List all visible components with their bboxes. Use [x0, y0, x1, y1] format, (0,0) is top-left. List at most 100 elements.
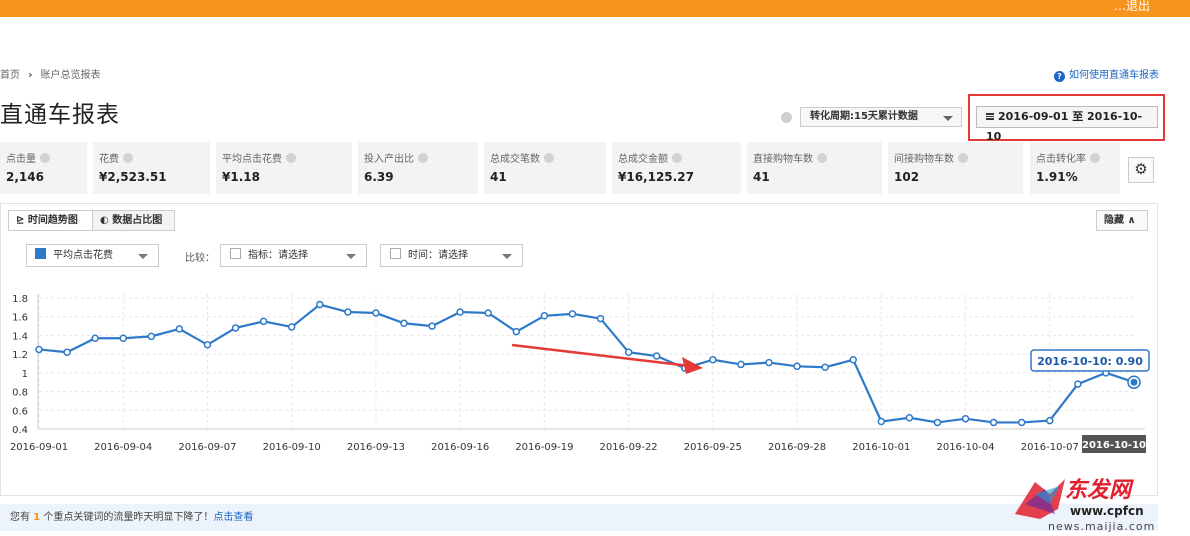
- data-point: [91, 334, 99, 342]
- metric-select-label: 平均点击花费: [53, 250, 113, 261]
- data-point: [568, 310, 577, 318]
- info-icon[interactable]: [418, 153, 428, 163]
- data-point: [175, 325, 184, 333]
- metric-gmv[interactable]: 总成交金额 ¥16,125.27: [612, 142, 741, 194]
- x-tick-label: 2016-09-22: [600, 442, 658, 453]
- data-point: [652, 352, 661, 360]
- user-info[interactable]: …退出: [1114, 0, 1150, 17]
- x-tick-label: 2016-09-16: [431, 442, 489, 453]
- checkbox[interactable]: [390, 248, 401, 259]
- metric-value: 41: [753, 170, 770, 184]
- data-point: [456, 308, 464, 316]
- x-tick-label: 2016-09-28: [768, 442, 826, 453]
- info-icon[interactable]: [672, 153, 682, 163]
- metric-value: 102: [894, 170, 920, 184]
- data-point: [372, 309, 380, 317]
- metric-direct-cart[interactable]: 直接购物车数 41: [747, 142, 882, 194]
- indicator-select[interactable]: 指标：请选择: [220, 244, 367, 267]
- info-icon[interactable]: [40, 153, 50, 163]
- x-tick-label: 2016-09-19: [515, 442, 573, 453]
- help-link-label[interactable]: 如何使用直通车报表: [1069, 70, 1159, 81]
- breadcrumb-home[interactable]: 首页: [0, 70, 20, 81]
- calendar-icon: [986, 113, 994, 120]
- data-point: [961, 414, 970, 423]
- data-point: [765, 358, 773, 367]
- data-point: [63, 348, 71, 357]
- data-point: [737, 360, 745, 369]
- notice-link[interactable]: 点击查看: [213, 512, 253, 523]
- metric-cost[interactable]: 花费 ¥2,523.51: [93, 142, 210, 194]
- y-tick-label: 1.8: [12, 294, 28, 305]
- series-line: [38, 303, 1135, 424]
- y-tick-label: 1.2: [12, 350, 28, 361]
- chevron-right-icon: ›: [28, 68, 33, 81]
- help-link[interactable]: ? 如何使用直通车报表: [1054, 66, 1159, 82]
- y-tick-label: 1.6: [12, 313, 28, 324]
- crosshair-label: 2016-10-10: [1082, 440, 1146, 451]
- y-tick-label: 1: [22, 369, 28, 380]
- info-icon[interactable]: [1090, 153, 1100, 163]
- metric-select[interactable]: 平均点击花费: [26, 244, 159, 267]
- metric-label: 点击量: [6, 154, 36, 165]
- x-tick-label: 2016-09-04: [94, 442, 152, 453]
- watermark-cn: 东发网: [1065, 478, 1132, 503]
- data-point: [624, 348, 633, 357]
- data-point: [35, 345, 43, 354]
- gear-icon[interactable]: ⚙: [1128, 157, 1154, 183]
- time-select-label: 时间：请选择: [408, 250, 468, 261]
- y-tick-label: 1.4: [12, 331, 28, 342]
- info-icon[interactable]: [286, 153, 296, 163]
- info-icon[interactable]: [544, 153, 554, 163]
- tab-share-label: 数据占比图: [112, 215, 163, 226]
- metric-clicks[interactable]: 点击量 2,146: [0, 142, 87, 194]
- breadcrumb: 首页 › 账户总览报表: [0, 66, 101, 81]
- metric-orders[interactable]: 总成交笔数 41: [484, 142, 606, 194]
- hide-button[interactable]: 隐藏 ∧: [1096, 210, 1148, 231]
- y-tick-label: 0.6: [12, 406, 28, 417]
- data-point: [316, 300, 324, 309]
- metric-value: 41: [490, 170, 507, 184]
- data-point: [344, 308, 352, 316]
- metric-label: 点击转化率: [1036, 154, 1086, 165]
- metric-label: 总成交金额: [618, 154, 668, 165]
- metric-label: 花费: [99, 154, 119, 165]
- metric-roi[interactable]: 投入产出比 6.39: [358, 142, 478, 194]
- data-point: [793, 362, 801, 371]
- chevron-down-icon: [138, 254, 148, 259]
- metric-conversion-rate[interactable]: 点击转化率 1.91%: [1030, 142, 1120, 194]
- period-select-label: 转化周期:15天累计数据: [810, 111, 918, 122]
- chevron-down-icon: [346, 254, 356, 259]
- data-point: [147, 332, 156, 341]
- notice-bar: 您有 1 个重点关键词的流量昨天明显下降了！点击查看: [0, 504, 1158, 531]
- color-swatch: [35, 248, 46, 259]
- period-select[interactable]: 转化周期:15天累计数据: [800, 107, 962, 127]
- tab-trend[interactable]: ⊵ 时间趋势图: [8, 210, 93, 231]
- data-point: [989, 418, 998, 427]
- metric-value: ¥1.18: [222, 170, 260, 184]
- data-point-selected: [1130, 378, 1138, 386]
- y-tick-label: 0.4: [12, 425, 28, 436]
- x-tick-label: 2016-09-25: [684, 442, 742, 453]
- tab-share[interactable]: ◐ 数据占比图: [93, 210, 175, 231]
- x-tick-label: 2016-10-04: [936, 442, 994, 453]
- trend-chart[interactable]: 0.4 0.6 0.8 1 1.2 1.4 1.6 1.8 2016-09-01 2016-09-…: [0, 280, 1158, 460]
- metric-indirect-cart[interactable]: 间接购物车数 102: [888, 142, 1023, 194]
- metric-value: 2,146: [6, 170, 44, 184]
- indicator-select-label: 指标：请选择: [248, 250, 308, 261]
- data-point: [203, 341, 212, 349]
- info-icon[interactable]: [958, 153, 968, 163]
- checkbox[interactable]: [230, 248, 241, 259]
- metric-label: 间接购物车数: [894, 154, 954, 165]
- x-tick-label: 2016-10-01: [852, 442, 910, 453]
- metrics-bar: 点击量 2,146 花费 ¥2,523.51 平均点击花费 ¥1.18 投入产出比 6.…: [0, 142, 1165, 194]
- data-point: [400, 319, 408, 328]
- metric-avg-cpc[interactable]: 平均点击花费 ¥1.18: [216, 142, 352, 194]
- line-chart-icon: ⊵: [16, 215, 28, 226]
- info-icon[interactable]: [123, 153, 133, 163]
- info-icon[interactable]: [781, 112, 792, 123]
- info-icon[interactable]: [817, 153, 827, 163]
- time-select[interactable]: 时间：请选择: [380, 244, 523, 267]
- x-tick-label: 2016-09-07: [178, 442, 236, 453]
- date-range-picker[interactable]: 2016-09-01 至 2016-10-10: [976, 106, 1158, 143]
- data-point: [709, 356, 717, 364]
